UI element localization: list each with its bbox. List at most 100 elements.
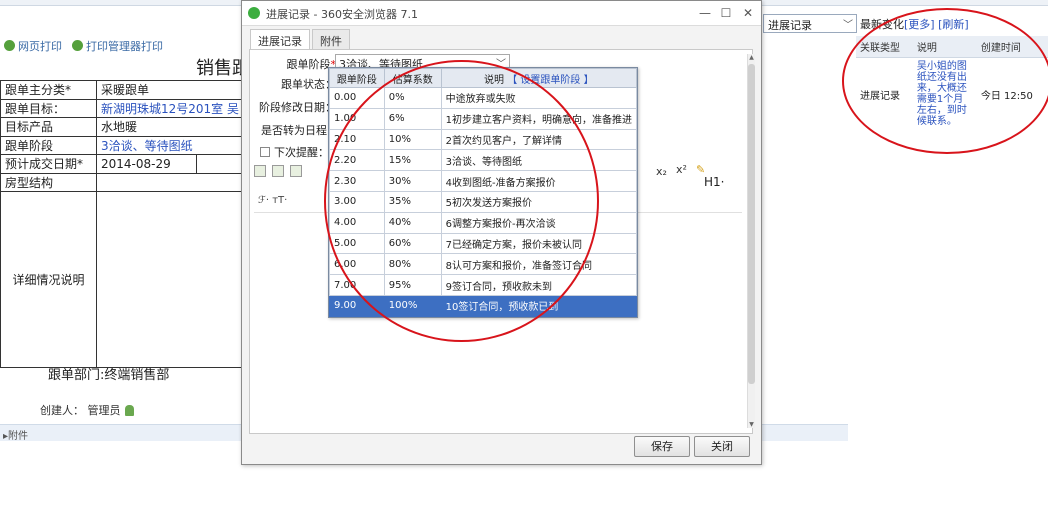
row-value: 水地暖 [96, 117, 244, 137]
stage-option[interactable]: 1.00 6% 1初步建立客户资料，明确意向，准备推进 [329, 107, 638, 130]
option-stage: 1.00 [329, 107, 385, 130]
option-desc: 4收到图纸-准备方案报价 [440, 170, 638, 192]
option-coef: 6% [383, 107, 442, 130]
row-time: 今日 12:50 [980, 90, 1033, 102]
col-header: 关联类型 [856, 36, 913, 58]
print-icon [4, 40, 15, 51]
stage-link[interactable]: 3洽谈、等待图纸 [96, 135, 244, 155]
scrollbar[interactable]: ▲ ▼ [747, 54, 755, 428]
title-bar: 进展记录 - 360安全浏览器 7.1 — ☐ ✕ [242, 1, 761, 26]
print-links: 网页打印 打印管理器打印 [4, 38, 163, 54]
option-desc: 7已经确定方案，报价未被认同 [440, 232, 638, 255]
row-value: 采暖跟单 [96, 80, 244, 100]
remind-checkbox[interactable]: 下次提醒： [260, 144, 329, 160]
col-header: 创建时间 [976, 36, 1048, 58]
stage-option[interactable]: 9.00 100% 10签订合同，预收款已到 [329, 294, 638, 317]
web-print-link[interactable]: 网页打印 [4, 38, 62, 54]
option-coef: 60% [383, 232, 442, 255]
minimize-button[interactable]: — [695, 4, 715, 22]
toolbar-icon[interactable] [272, 165, 284, 177]
row-label: 目标产品 [0, 117, 97, 137]
form-row: 跟单目标： 新湖明珠城12号201室 吴 [0, 98, 244, 118]
option-desc: 9签订合同，预收款未到 [440, 274, 638, 296]
stage-option[interactable]: 7.00 95% 9签订合同，预收款未到 [329, 274, 638, 296]
option-coef: 0% [383, 87, 442, 109]
row-label: 跟单目标： [0, 98, 97, 118]
date-label: 阶段修改日期： [259, 101, 336, 114]
save-button[interactable]: 保存 [634, 436, 690, 457]
stage-dropdown-list: 跟单阶段 估算系数 说明 【 设置跟单阶段 】 0.00 0% 中途放弃或失败 1.0… [328, 67, 638, 318]
detail-label: 详细情况说明 [0, 191, 97, 368]
form-row: 跟单主分类* 采暖跟单 [0, 80, 244, 100]
print-manager-link[interactable]: 打印管理器打印 [72, 38, 163, 54]
user-icon [124, 405, 134, 416]
option-stage: 7.00 [329, 274, 385, 296]
target-link[interactable]: 新湖明珠城12号201室 吴 [96, 98, 244, 118]
stage-option[interactable]: 5.00 60% 7已经确定方案，报价未被认同 [329, 232, 638, 255]
chevron-down-icon: ﹀ [843, 20, 853, 31]
row-note-link[interactable]: 吴小姐的图纸还没有出来，大概还需要1个月左右，到时候联系。 [913, 58, 977, 131]
toolbar-icon[interactable] [290, 165, 302, 177]
detail-value [96, 191, 244, 368]
set-stage-link[interactable]: 【 设置跟单阶段 】 [507, 75, 593, 86]
stage-option[interactable]: 3.00 35% 5初次发送方案报价 [329, 190, 638, 213]
heading-dropdown[interactable]: H1· [704, 175, 724, 189]
stage-option[interactable]: 2.30 30% 4收到图纸-准备方案报价 [329, 170, 638, 192]
subscript-icon[interactable]: x₂ [656, 165, 667, 178]
form-row: 预计成交日期* 2014-08-29 [0, 154, 244, 174]
col-header: 跟单阶段 [329, 68, 385, 88]
option-desc: 2首次约见客户，了解详情 [440, 128, 638, 151]
option-stage: 3.00 [329, 190, 385, 213]
recent-changes-table: 关联类型 说明 创建时间 进展记录 吴小姐的图纸还没有出来，大概还需要1个月左右… [856, 36, 1048, 130]
col-header: 说明 【 设置跟单阶段 】 [440, 68, 638, 88]
form-row: 跟单阶段 3洽谈、等待图纸 [0, 135, 244, 155]
department-text: 跟单部门:终端销售部 [48, 368, 170, 383]
form-row: 目标产品 水地暖 [0, 117, 244, 137]
maximize-button[interactable]: ☐ [716, 4, 736, 22]
option-coef: 30% [383, 170, 442, 192]
option-coef: 100% [383, 294, 442, 317]
option-desc: 8认可方案和报价，准备签订合同 [440, 253, 638, 276]
scroll-up-icon[interactable]: ▲ [748, 54, 755, 61]
close-button[interactable]: 关闭 [694, 436, 750, 457]
option-stage: 9.00 [329, 294, 385, 317]
col-header: 说明 [912, 36, 977, 58]
follow-up-form: 跟单主分类* 采暖跟单 跟单目标： 新湖明珠城12号201室 吴 目标产品 水地暖 跟… [0, 80, 244, 368]
option-coef: 35% [383, 190, 442, 213]
more-link[interactable]: [更多] [904, 18, 935, 31]
close-window-button[interactable]: ✕ [738, 4, 758, 22]
col-header: 估算系数 [383, 68, 442, 88]
form-row: 房型结构 [0, 172, 244, 192]
record-type-select[interactable]: 进展记录 ﹀ [763, 14, 857, 33]
option-coef: 40% [383, 211, 442, 234]
option-coef: 80% [383, 253, 442, 276]
stage-option[interactable]: 4.00 40% 6调整方案报价-再次洽谈 [329, 211, 638, 234]
stage-option[interactable]: 0.00 0% 中途放弃或失败 [329, 87, 638, 109]
option-stage: 4.00 [329, 211, 385, 234]
row-extra [196, 154, 244, 174]
option-desc: 3洽谈、等待图纸 [440, 149, 638, 172]
option-coef: 95% [383, 274, 442, 296]
option-desc: 10签订合同，预收款已到 [440, 294, 638, 317]
row-label: 房型结构 [0, 172, 97, 192]
option-desc: 6调整方案报价-再次洽谈 [440, 211, 638, 234]
option-coef: 10% [383, 128, 442, 151]
stage-option[interactable]: 2.10 10% 2首次约见客户，了解详情 [329, 128, 638, 151]
toolbar-icon[interactable] [254, 165, 266, 177]
schedule-label: 是否转为日程： [261, 124, 338, 137]
option-desc: 1初步建立客户资料，明确意向，准备推进 [440, 107, 638, 130]
option-stage: 2.20 [329, 149, 385, 172]
option-stage: 6.00 [329, 253, 385, 276]
scroll-thumb[interactable] [748, 64, 755, 384]
option-desc: 中途放弃或失败 [440, 87, 638, 109]
browser-logo-icon [248, 7, 260, 19]
option-stage: 5.00 [329, 232, 385, 255]
scroll-down-icon[interactable]: ▼ [748, 421, 755, 428]
row-type: 进展记录 [860, 90, 900, 102]
print-icon [72, 40, 83, 51]
stage-option[interactable]: 2.20 15% 3洽谈、等待图纸 [329, 149, 638, 172]
superscript-icon[interactable]: x² [676, 163, 687, 176]
refresh-link[interactable]: [刷新] [938, 18, 969, 31]
stage-option[interactable]: 6.00 80% 8认可方案和报价，准备签订合同 [329, 253, 638, 276]
font-toolbar[interactable]: ℱ· ᴛT· [258, 195, 287, 206]
